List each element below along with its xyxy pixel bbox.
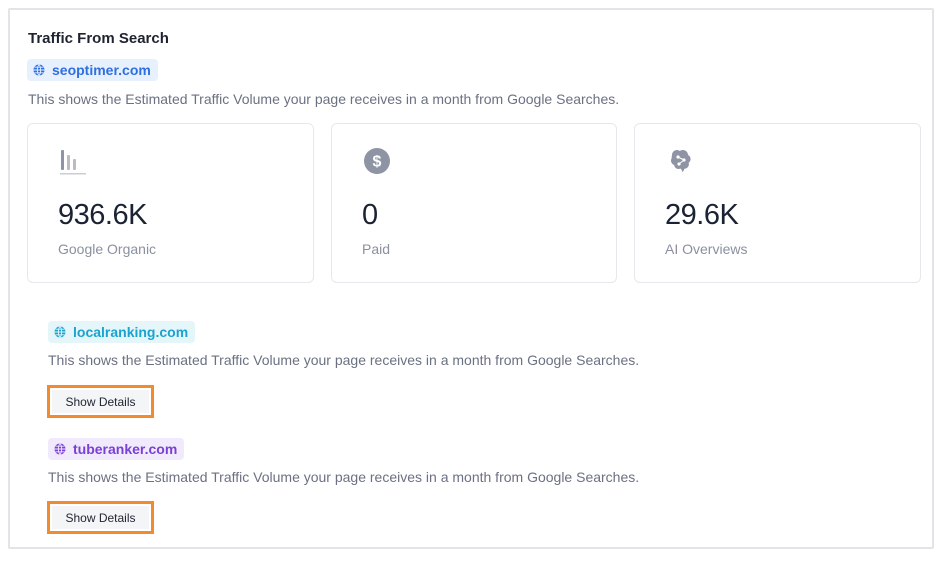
metric-card-ai-overviews: 29.6K AI Overviews: [634, 123, 921, 283]
domain-tag-localranking: localranking.com: [48, 321, 196, 343]
metric-label: Paid: [362, 241, 391, 257]
domain-name: localranking.com: [73, 324, 189, 340]
show-details-highlight: Show Details: [47, 501, 154, 534]
domain-name: tuberanker.com: [73, 441, 178, 457]
domain-tag-tuberanker: tuberanker.com: [48, 438, 185, 460]
svg-text:$: $: [373, 154, 382, 171]
ai-brain-icon: [671, 150, 691, 173]
dollar-icon: $: [364, 148, 390, 174]
metric-card-paid: $ 0 Paid: [331, 123, 617, 283]
metric-value: 0: [362, 199, 378, 231]
domain-tag-seoptimer: seoptimer.com: [27, 59, 158, 81]
globe-icon: [54, 326, 66, 338]
show-details-button[interactable]: Show Details: [52, 390, 149, 413]
section-title: Traffic From Search: [28, 30, 169, 47]
traffic-description: This shows the Estimated Traffic Volume …: [48, 352, 640, 368]
metric-label: Google Organic: [58, 241, 157, 257]
traffic-description: This shows the Estimated Traffic Volume …: [48, 469, 640, 485]
globe-icon: [33, 64, 45, 76]
globe-icon: [54, 443, 66, 455]
show-details-highlight: Show Details: [47, 385, 154, 418]
domain-name: seoptimer.com: [52, 62, 151, 78]
metric-label: AI Overviews: [665, 241, 748, 257]
metric-value: 29.6K: [665, 199, 739, 231]
show-details-button[interactable]: Show Details: [52, 506, 149, 529]
traffic-panel: Traffic From Search seoptimer.com This s…: [8, 8, 934, 549]
traffic-description: This shows the Estimated Traffic Volume …: [28, 91, 620, 107]
bar-chart-icon: [60, 150, 86, 175]
metric-card-google-organic: 936.6K Google Organic: [27, 123, 314, 283]
metric-value: 936.6K: [58, 199, 147, 231]
